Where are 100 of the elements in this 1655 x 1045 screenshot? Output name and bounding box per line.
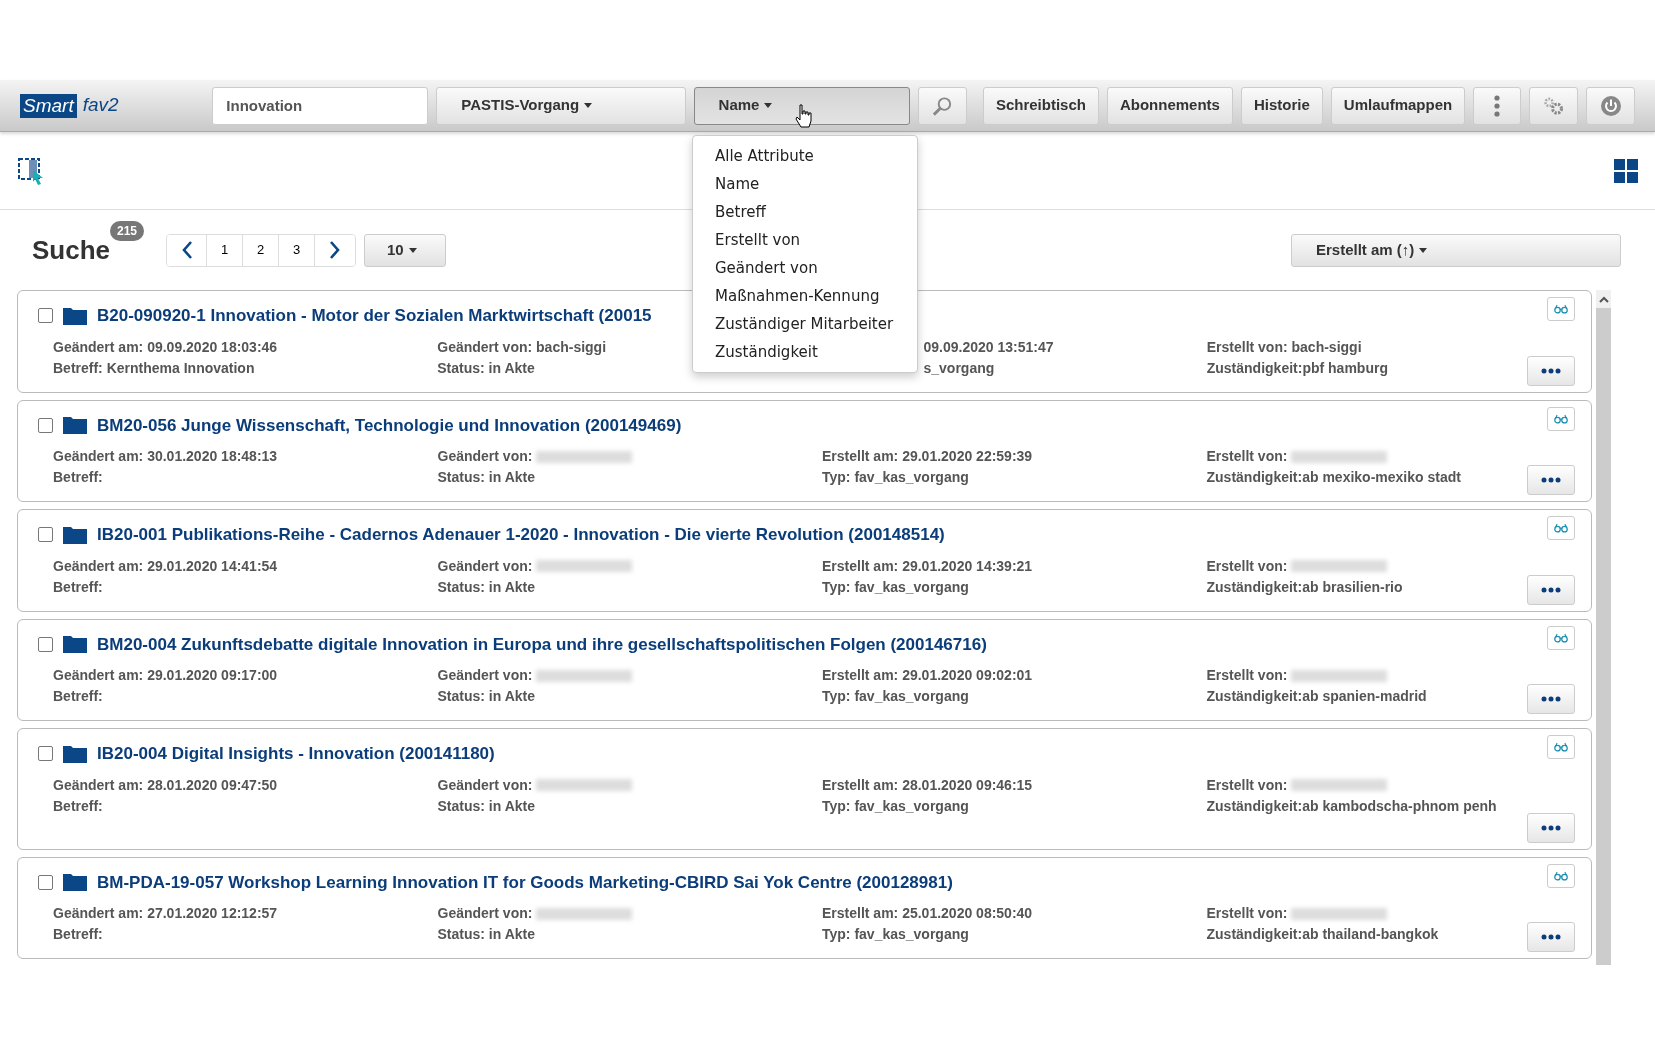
- field-text: Geändert von: bach-siggi: [437, 337, 607, 357]
- field-label: Geändert von:: [437, 775, 533, 795]
- nav-button[interactable]: Historie: [1240, 86, 1323, 125]
- more-menu-button[interactable]: [1473, 86, 1522, 125]
- field-dropdown[interactable]: Name: [693, 86, 910, 125]
- glasses-icon: [1554, 869, 1568, 882]
- preview-button[interactable]: [1547, 297, 1575, 321]
- field-text: Geändert am: 29.01.2020 09:17:00: [53, 666, 278, 685]
- row-checkbox[interactable]: [38, 874, 53, 890]
- result-title-link[interactable]: BM20-056 Junge Wissenschaft, Technologie und Innovation (200149469): [97, 412, 682, 438]
- field-text: Zuständigkeit:ab mexiko-mexiko stadt: [1206, 468, 1461, 487]
- field-text: Geändert am: 27.01.2020 12:12:57: [53, 904, 278, 923]
- folder-icon: [63, 525, 87, 544]
- folder-icon: [63, 416, 87, 435]
- field-text: Zuständigkeit:ab spanien-madrid: [1206, 687, 1427, 706]
- field-text: Typ: fav_kas_vorgang: [822, 577, 969, 597]
- result-title-link[interactable]: IB20-004 Digital Insights - Innovation (200141180): [97, 741, 495, 767]
- type-dropdown[interactable]: PASTIS-Vorgang: [436, 86, 686, 125]
- field-text: Erstellt am: 29.01.2020 14:39:21: [822, 556, 1033, 576]
- field-label: Geändert von:: [437, 904, 533, 923]
- preview-button[interactable]: [1547, 863, 1575, 888]
- field-text: Betreff:: [53, 925, 103, 944]
- next-icon: [329, 241, 342, 259]
- result-title-link[interactable]: BM20-004 Zukunftsdebatte digitale Innovation in Europa und ihre gesellschaftspolitischen Folgen (200146716): [97, 631, 987, 657]
- menu-item[interactable]: Alle Attribute: [693, 142, 917, 170]
- preview-button[interactable]: [1547, 735, 1575, 759]
- search-field[interactable]: Innovation: [212, 86, 429, 125]
- field-text: Typ: fav_kas_vorgang: [822, 925, 969, 944]
- scroll-up-icon[interactable]: [1598, 295, 1609, 303]
- previous-icon: [180, 241, 193, 259]
- sort-dropdown[interactable]: Erstellt am (↑): [1291, 233, 1621, 267]
- field-text: Geändert am: 09.09.2020 18:03:46: [53, 337, 278, 357]
- more-button[interactable]: [1527, 812, 1575, 843]
- menu-item[interactable]: Erstellt von: [693, 226, 917, 254]
- result-title-link[interactable]: BM-PDA-19-057 Workshop Learning Innovation IT for Goods Marketing-CBIRD Sai Yok Centre (200128981): [97, 869, 953, 895]
- kebab-icon: [1494, 94, 1501, 117]
- field-text: Status: in Akte: [437, 358, 535, 378]
- more-button[interactable]: [1527, 465, 1575, 495]
- glasses-icon: [1554, 412, 1568, 425]
- field-text: Erstellt am: 25.01.2020 08:50:40: [822, 904, 1033, 923]
- more-icon: [1541, 824, 1561, 831]
- folder-icon: [63, 306, 87, 325]
- grid-view-icon[interactable]: [1614, 158, 1638, 183]
- nav-button[interactable]: Umlaufmappen: [1330, 86, 1466, 125]
- menu-item[interactable]: Name: [693, 170, 917, 198]
- field-label: Erstellt von:: [1206, 556, 1288, 576]
- nav-button[interactable]: Abonnements: [1106, 86, 1233, 125]
- field-text: Erstellt am: 28.01.2020 09:46:15: [822, 775, 1033, 795]
- nav-button[interactable]: Schreibtisch: [982, 86, 1099, 125]
- menu-item[interactable]: Maßnahmen-Kennung: [693, 282, 917, 310]
- glasses-icon: [1554, 522, 1568, 534]
- more-button[interactable]: [1527, 684, 1575, 714]
- page-size-dropdown[interactable]: 10: [364, 233, 447, 267]
- more-icon: [1541, 367, 1561, 374]
- field-text: Betreff:: [53, 468, 103, 487]
- field-text: Status: in Akte: [437, 577, 535, 597]
- row-checkbox[interactable]: [38, 527, 53, 543]
- field-text: Geändert am: 30.01.2020 18:48:13: [53, 447, 278, 466]
- page-title: Suche: [32, 234, 111, 265]
- folder-icon: [63, 744, 87, 763]
- scrollbar[interactable]: [1596, 290, 1611, 965]
- field-label: Erstellt von:: [1206, 666, 1288, 685]
- app-logo: Smart fav2: [20, 91, 205, 120]
- menu-item[interactable]: Zuständiger Mitarbeiter: [693, 310, 917, 338]
- field-text: Zuständigkeit:ab brasilien-rio: [1206, 577, 1403, 597]
- preview-button[interactable]: [1547, 625, 1575, 650]
- field-text: Zuständigkeit:pbf hamburg: [1206, 358, 1388, 378]
- result-title-link[interactable]: B20-090920-1 Innovation - Motor der Sozialen Marktwirtschaft (20015: [97, 303, 652, 329]
- row-checkbox[interactable]: [38, 308, 53, 324]
- more-button[interactable]: [1527, 922, 1575, 952]
- field-text: Status: in Akte: [437, 687, 535, 706]
- more-button[interactable]: [1527, 355, 1575, 386]
- row-checkbox[interactable]: [38, 417, 53, 433]
- field-text: Geändert am: 28.01.2020 09:47:50: [53, 775, 278, 795]
- field-text: Zuständigkeit:ab kambodscha-phnom penh: [1206, 796, 1497, 816]
- preview-button[interactable]: [1547, 406, 1575, 431]
- search-button[interactable]: [917, 86, 967, 125]
- row-checkbox[interactable]: [38, 636, 53, 652]
- result-title-link[interactable]: IB20-001 Publikations-Reihe - Cadernos Adenauer 1-2020 - Innovation - Die vierte Revolution (200148514): [97, 522, 945, 548]
- field-label: Erstellt von:: [1206, 904, 1288, 923]
- field-text: Geändert am: 29.01.2020 14:41:54: [53, 556, 278, 576]
- glasses-icon: [1554, 631, 1568, 644]
- field-text: Erstellt von: bach-siggi: [1206, 337, 1362, 357]
- preview-button[interactable]: [1547, 516, 1575, 540]
- field-text: Erstellt am: 29.01.2020 22:59:39: [822, 447, 1033, 466]
- power-button[interactable]: [1586, 86, 1635, 125]
- field-text: 09.09.2020 13:51:47: [923, 337, 1054, 357]
- more-button[interactable]: [1527, 574, 1575, 605]
- menu-item[interactable]: Betreff: [693, 198, 917, 226]
- previous-page-button[interactable]: [167, 234, 208, 266]
- field-text: Zuständigkeit:ab thailand-bangkok: [1206, 925, 1439, 944]
- menu-item[interactable]: Zuständigkeit: [693, 338, 917, 366]
- settings-button[interactable]: [1529, 86, 1579, 125]
- more-icon: [1541, 934, 1561, 940]
- hand-cursor-icon: [795, 104, 813, 128]
- row-checkbox[interactable]: [38, 746, 53, 762]
- menu-item[interactable]: Geändert von: [693, 254, 917, 282]
- field-text: Typ: fav_kas_vorgang: [822, 687, 969, 706]
- folder-icon: [63, 873, 87, 892]
- more-icon: [1541, 586, 1561, 593]
